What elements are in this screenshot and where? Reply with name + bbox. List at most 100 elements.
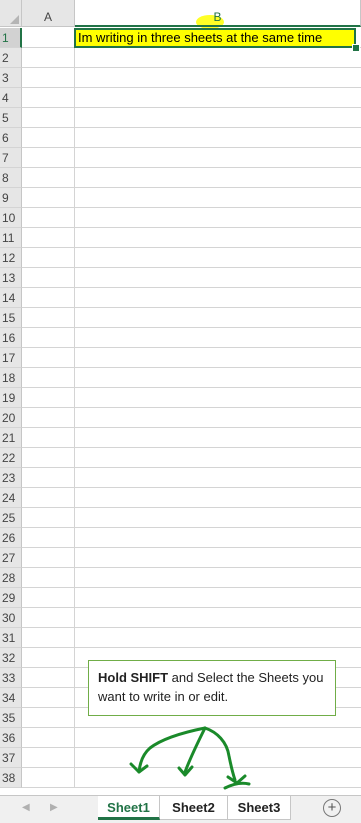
row-header[interactable]: 21 — [0, 428, 22, 448]
cell-b[interactable] — [75, 508, 361, 528]
cell-a[interactable] — [22, 188, 75, 208]
cell-a[interactable] — [22, 488, 75, 508]
cell-b[interactable] — [75, 588, 361, 608]
row-header[interactable]: 26 — [0, 528, 22, 548]
cell-b[interactable] — [75, 148, 361, 168]
tab-sheet2[interactable]: Sheet2 — [160, 796, 228, 820]
cell-a[interactable] — [22, 368, 75, 388]
cell-a[interactable] — [22, 708, 75, 728]
cell-b[interactable] — [75, 348, 361, 368]
cell-b[interactable] — [75, 628, 361, 648]
scroll-right-icon[interactable]: ▶ — [50, 802, 58, 813]
cell-b[interactable] — [75, 528, 361, 548]
cell-b[interactable] — [75, 228, 361, 248]
row-header[interactable]: 8 — [0, 168, 22, 188]
fill-handle[interactable] — [352, 44, 360, 52]
cell-a[interactable] — [22, 428, 75, 448]
row-header[interactable]: 19 — [0, 388, 22, 408]
cell-b[interactable] — [75, 448, 361, 468]
cell-b[interactable] — [75, 208, 361, 228]
cell-a[interactable] — [22, 588, 75, 608]
cell-a[interactable] — [22, 28, 75, 48]
row-header[interactable]: 22 — [0, 448, 22, 468]
row-header[interactable]: 30 — [0, 608, 22, 628]
row-header[interactable]: 33 — [0, 668, 22, 688]
scroll-left-icon[interactable]: ◀ — [22, 802, 30, 813]
row-header[interactable]: 13 — [0, 268, 22, 288]
cell-b[interactable] — [75, 428, 361, 448]
cell-a[interactable] — [22, 348, 75, 368]
cell-a[interactable] — [22, 228, 75, 248]
row-header[interactable]: 15 — [0, 308, 22, 328]
cell-a[interactable] — [22, 328, 75, 348]
row-header[interactable]: 28 — [0, 568, 22, 588]
row-header[interactable]: 32 — [0, 648, 22, 668]
cell-a[interactable] — [22, 108, 75, 128]
cell-b[interactable] — [75, 168, 361, 188]
cell-a[interactable] — [22, 608, 75, 628]
cell-b[interactable] — [75, 308, 361, 328]
cell-b[interactable] — [75, 488, 361, 508]
cell-b[interactable] — [75, 368, 361, 388]
row-header[interactable]: 3 — [0, 68, 22, 88]
select-all-corner[interactable] — [0, 0, 22, 27]
row-header[interactable]: 23 — [0, 468, 22, 488]
column-header-a[interactable]: A — [22, 0, 75, 27]
cell-a[interactable] — [22, 68, 75, 88]
row-header[interactable]: 24 — [0, 488, 22, 508]
row-header[interactable]: 27 — [0, 548, 22, 568]
column-header-b[interactable]: B — [75, 0, 361, 27]
cell-a[interactable] — [22, 88, 75, 108]
cell-b[interactable] — [75, 108, 361, 128]
row-header[interactable]: 2 — [0, 48, 22, 68]
row-header[interactable]: 10 — [0, 208, 22, 228]
cell-b1[interactable]: Im writing in three sheets at the same t… — [74, 28, 356, 48]
cell-a[interactable] — [22, 448, 75, 468]
cell-b[interactable] — [75, 388, 361, 408]
row-header[interactable]: 29 — [0, 588, 22, 608]
cell-a[interactable] — [22, 308, 75, 328]
tab-sheet1[interactable]: Sheet1 — [98, 796, 160, 820]
cell-a[interactable] — [22, 388, 75, 408]
cell-a[interactable] — [22, 408, 75, 428]
row-header[interactable]: 14 — [0, 288, 22, 308]
cell-a[interactable] — [22, 468, 75, 488]
cell-b[interactable] — [75, 128, 361, 148]
cell-b[interactable] — [75, 268, 361, 288]
cell-a[interactable] — [22, 48, 75, 68]
row-header[interactable]: 20 — [0, 408, 22, 428]
cell-a[interactable] — [22, 548, 75, 568]
cell-a[interactable] — [22, 668, 75, 688]
cell-b[interactable] — [75, 328, 361, 348]
cell-b[interactable] — [75, 468, 361, 488]
cell-a[interactable] — [22, 128, 75, 148]
tab-sheet3[interactable]: Sheet3 — [228, 796, 291, 820]
cell-a[interactable] — [22, 168, 75, 188]
cell-a[interactable] — [22, 508, 75, 528]
cell-a[interactable] — [22, 728, 75, 748]
row-header[interactable]: 36 — [0, 728, 22, 748]
row-header[interactable]: 6 — [0, 128, 22, 148]
cell-b[interactable] — [75, 408, 361, 428]
row-header[interactable]: 34 — [0, 688, 22, 708]
cell-b[interactable] — [75, 548, 361, 568]
cell-a[interactable] — [22, 688, 75, 708]
row-header[interactable]: 25 — [0, 508, 22, 528]
cell-a[interactable] — [22, 288, 75, 308]
cell-b[interactable] — [75, 188, 361, 208]
worksheet-grid[interactable]: A B 1 2 3 4 5 6 7 8 9 10 11 12 13 14 15 16 17 18 19 20 21 22 2… — [0, 0, 361, 798]
row-header[interactable]: 38 — [0, 768, 22, 788]
row-header[interactable]: 35 — [0, 708, 22, 728]
row-header[interactable]: 1 — [0, 28, 22, 48]
cell-a[interactable] — [22, 628, 75, 648]
row-header[interactable]: 16 — [0, 328, 22, 348]
cell-a[interactable] — [22, 248, 75, 268]
row-header[interactable]: 12 — [0, 248, 22, 268]
row-header[interactable]: 37 — [0, 748, 22, 768]
row-header[interactable]: 7 — [0, 148, 22, 168]
cell-b[interactable] — [75, 288, 361, 308]
cell-b[interactable] — [75, 48, 361, 68]
cell-b[interactable] — [75, 608, 361, 628]
cell-a[interactable] — [22, 148, 75, 168]
row-header[interactable]: 4 — [0, 88, 22, 108]
